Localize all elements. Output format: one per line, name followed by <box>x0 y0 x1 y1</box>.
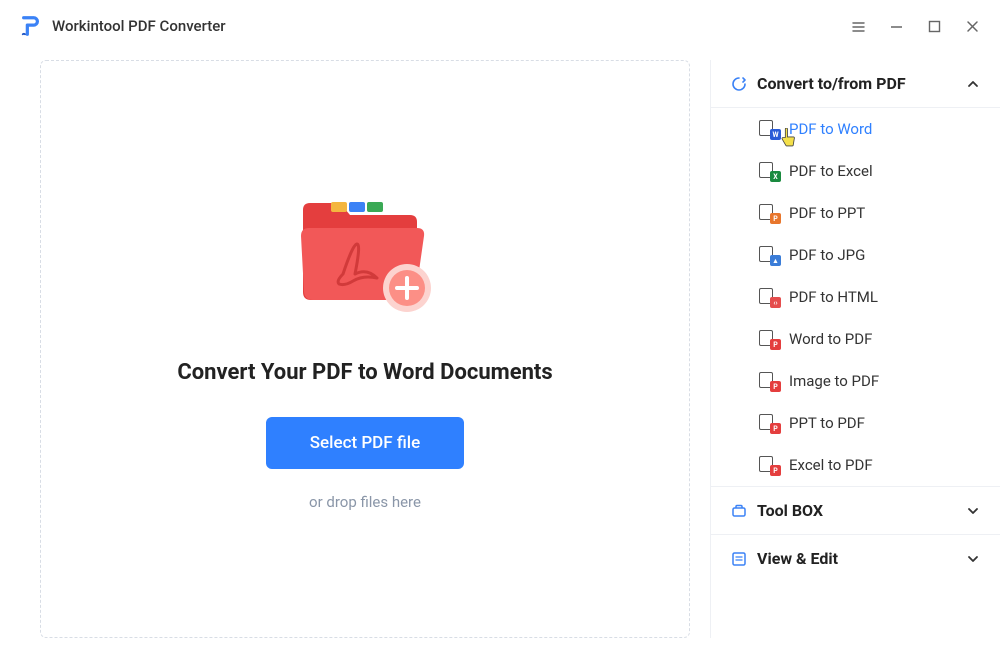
item-label: PPT to PDF <box>789 414 980 432</box>
item-ppt-to-pdf[interactable]: P PPT to PDF <box>711 402 1000 444</box>
drop-hint: or drop files here <box>309 493 421 511</box>
item-pdf-to-html[interactable]: ‹› PDF to HTML <box>711 276 1000 318</box>
pdf-to-excel-icon: X <box>759 162 777 180</box>
item-label: PDF to Excel <box>789 162 980 180</box>
category-title: View & Edit <box>757 549 956 568</box>
logo-icon <box>20 15 42 37</box>
app-title: Workintool PDF Converter <box>52 17 226 35</box>
convert-list: W PDF to Word X PDF to Excel P PDF to PP… <box>711 108 1000 487</box>
item-image-to-pdf[interactable]: P Image to PDF <box>711 360 1000 402</box>
folder-illustration <box>285 188 445 328</box>
item-label: PDF to PPT <box>789 204 980 222</box>
toolbox-icon <box>731 503 747 519</box>
view-edit-icon <box>731 551 747 567</box>
convert-icon <box>731 76 747 92</box>
drop-area[interactable]: Convert Your PDF to Word Documents Selec… <box>40 60 690 638</box>
category-convert[interactable]: Convert to/from PDF <box>711 60 1000 108</box>
pdf-to-html-icon: ‹› <box>759 288 777 306</box>
item-label: Word to PDF <box>789 330 980 348</box>
sidebar: Convert to/from PDF W PDF to Word X PDF … <box>710 60 1000 638</box>
pdf-to-word-icon: W <box>759 120 777 138</box>
ppt-to-pdf-icon: P <box>759 414 777 432</box>
titlebar: Workintool PDF Converter <box>0 0 1000 48</box>
item-label: PDF to HTML <box>789 288 980 306</box>
app-logo: Workintool PDF Converter <box>20 15 226 37</box>
chevron-down-icon <box>966 504 980 518</box>
category-title: Tool BOX <box>757 501 956 520</box>
window-controls <box>850 18 980 34</box>
excel-to-pdf-icon: P <box>759 456 777 474</box>
category-toolbox[interactable]: Tool BOX <box>711 487 1000 535</box>
maximize-button[interactable] <box>926 18 942 34</box>
cursor-pointer-icon <box>781 128 796 147</box>
pdf-to-ppt-icon: P <box>759 204 777 222</box>
category-title: Convert to/from PDF <box>757 74 956 93</box>
category-view-edit[interactable]: View & Edit <box>711 535 1000 582</box>
item-pdf-to-jpg[interactable]: ▲ PDF to JPG <box>711 234 1000 276</box>
select-pdf-button[interactable]: Select PDF file <box>266 417 465 469</box>
chevron-up-icon <box>966 77 980 91</box>
chevron-down-icon <box>966 552 980 566</box>
minimize-button[interactable] <box>888 18 904 34</box>
main-heading: Convert Your PDF to Word Documents <box>177 360 552 385</box>
pdf-to-jpg-icon: ▲ <box>759 246 777 264</box>
item-excel-to-pdf[interactable]: P Excel to PDF <box>711 444 1000 486</box>
item-pdf-to-ppt[interactable]: P PDF to PPT <box>711 192 1000 234</box>
item-pdf-to-word[interactable]: W PDF to Word <box>711 108 1000 150</box>
menu-button[interactable] <box>850 18 866 34</box>
image-to-pdf-icon: P <box>759 372 777 390</box>
word-to-pdf-icon: P <box>759 330 777 348</box>
item-label: Image to PDF <box>789 372 980 390</box>
item-label: PDF to JPG <box>789 246 980 264</box>
close-button[interactable] <box>964 18 980 34</box>
item-label: Excel to PDF <box>789 456 980 474</box>
item-label: PDF to Word <box>789 120 980 138</box>
item-word-to-pdf[interactable]: P Word to PDF <box>711 318 1000 360</box>
item-pdf-to-excel[interactable]: X PDF to Excel <box>711 150 1000 192</box>
